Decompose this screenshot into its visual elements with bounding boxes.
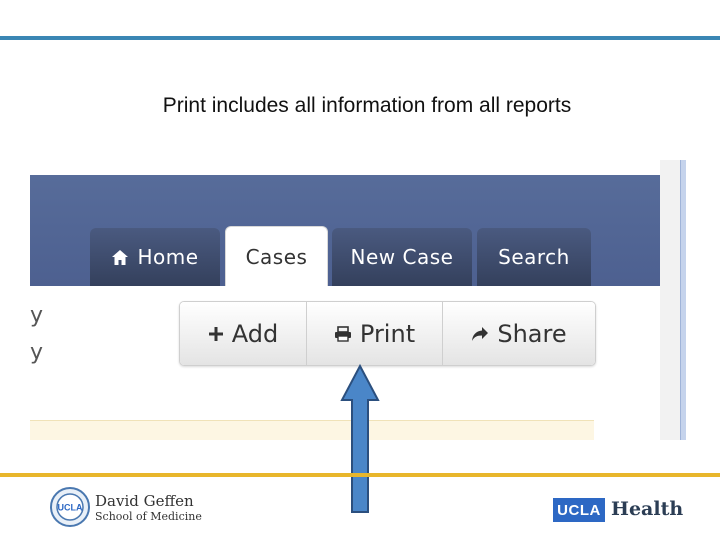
health-logo-text: Health <box>611 498 684 520</box>
ucla-seal-icon: UCLA <box>50 487 90 532</box>
printer-icon <box>334 325 352 342</box>
share-arrow-icon <box>471 326 489 342</box>
share-button-label: Share <box>497 319 567 348</box>
school-name-line2: School of Medicine <box>95 510 202 523</box>
side-text: y <box>30 340 44 365</box>
seal-text: UCLA <box>58 503 83 513</box>
bottom-accent-rule <box>0 473 720 477</box>
tab-new-case[interactable]: New Case <box>332 228 472 286</box>
add-button[interactable]: Add <box>180 302 307 365</box>
tab-cases[interactable]: Cases <box>225 226 328 286</box>
print-button-label: Print <box>359 319 416 348</box>
top-accent-rule <box>0 36 720 40</box>
side-text: y <box>30 303 44 328</box>
add-button-label: Add <box>231 319 279 348</box>
ucla-logo: UCLA <box>553 498 605 522</box>
notice-panel <box>30 420 594 440</box>
school-logo: David Geffen School of Medicine <box>95 493 202 524</box>
tab-new-case-label: New Case <box>350 245 454 269</box>
tab-home-label: Home <box>137 245 199 269</box>
scrollbar[interactable] <box>680 160 686 440</box>
case-actions-toolbar: Add Print Share <box>179 301 596 366</box>
tab-cases-label: Cases <box>245 244 308 269</box>
scroll-gutter <box>660 160 680 440</box>
share-button[interactable]: Share <box>443 302 595 365</box>
arrow-pointer-icon <box>340 363 380 519</box>
screenshot-top-strip <box>30 160 686 174</box>
plus-icon <box>208 326 224 342</box>
tab-search[interactable]: Search <box>477 228 591 286</box>
navbar: Home Cases New Case Search <box>30 175 660 286</box>
tab-home[interactable]: Home <box>90 228 220 286</box>
home-icon <box>111 249 129 266</box>
slide-title: Print includes all information from all … <box>162 94 572 117</box>
school-name-line1: David Geffen <box>95 492 194 510</box>
tab-search-label: Search <box>498 245 570 269</box>
print-button[interactable]: Print <box>307 302 443 365</box>
